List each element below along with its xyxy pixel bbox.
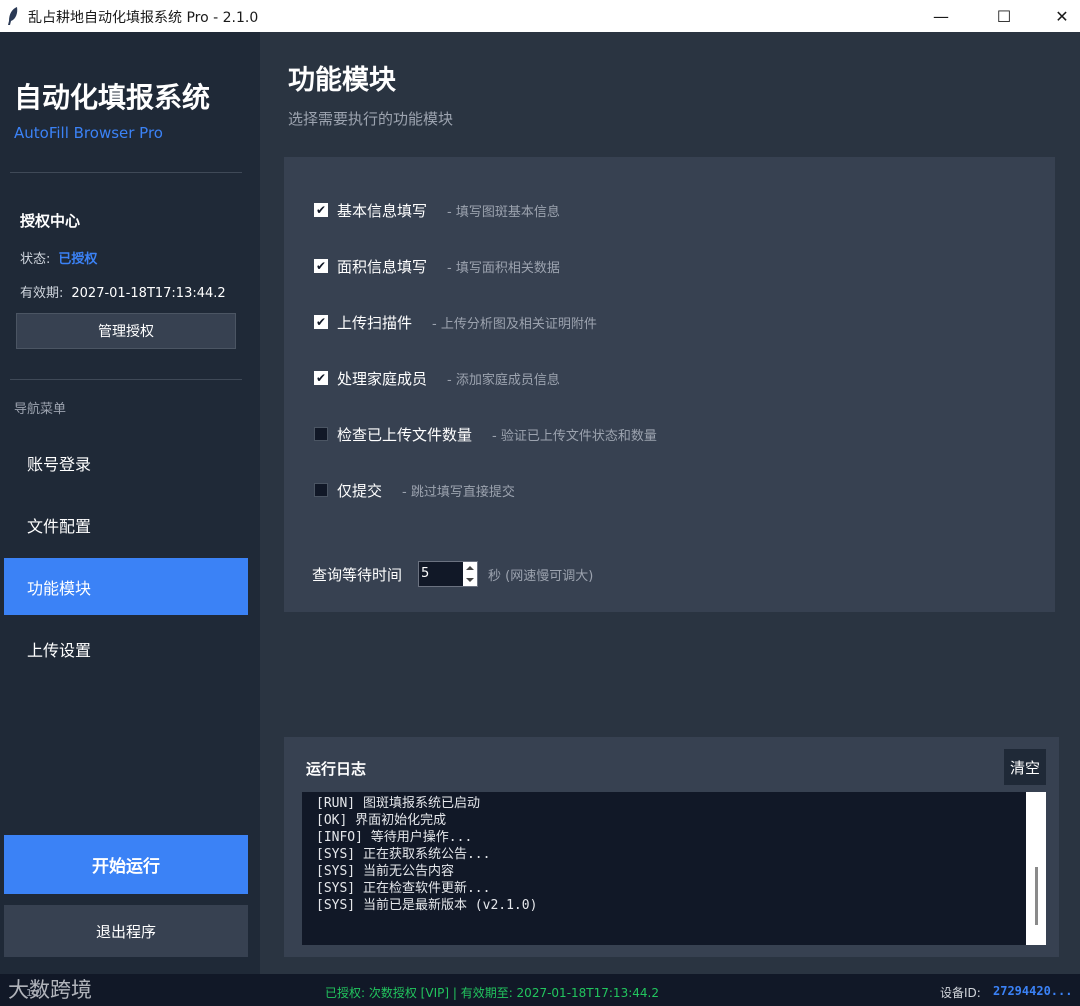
page-title: 功能模块 bbox=[288, 65, 396, 96]
page-subtitle: 选择需要执行的功能模块 bbox=[288, 110, 454, 128]
watermark-logo: 大数跨境 bbox=[8, 978, 92, 1002]
clear-log-button[interactable]: 清空 bbox=[1004, 749, 1046, 785]
spin-arrows[interactable] bbox=[463, 562, 478, 586]
module-desc: - 填写面积相关数据 bbox=[447, 260, 560, 276]
module-desc: - 上传分析图及相关证明附件 bbox=[432, 316, 597, 332]
auth-expiry-label: 有效期: bbox=[20, 286, 64, 301]
sidebar: 自动化填报系统 AutoFill Browser Pro 授权中心 状态: 已授权… bbox=[0, 32, 260, 974]
log-line: [RUN] 图斑填报系统已启动 bbox=[316, 796, 480, 811]
log-lines: [RUN] 图斑填报系统已启动 [OK] 界面初始化完成 [INFO] 等待用户操作… bbox=[316, 795, 537, 914]
log-line: [SYS] 当前无公告内容 bbox=[316, 864, 454, 879]
sidebar-item-label: 文件配置 bbox=[27, 516, 92, 536]
module-option-upload-scans[interactable]: ✔ 上传扫描件 - 上传分析图及相关证明附件 bbox=[314, 310, 597, 334]
log-title: 运行日志 bbox=[306, 760, 367, 778]
sidebar-item-label: 上传设置 bbox=[27, 640, 92, 660]
wait-time-row: 查询等待时间 5 秒 (网速慢可调大) bbox=[312, 560, 593, 588]
checkbox-checked-icon[interactable]: ✔ bbox=[314, 259, 328, 273]
wait-time-unit: 秒 (网速慢可调大) bbox=[488, 568, 594, 584]
auth-status: 状态: 已授权 bbox=[20, 248, 97, 267]
close-icon: ✕ bbox=[1055, 6, 1069, 26]
divider bbox=[10, 379, 242, 380]
module-desc: - 填写图斑基本信息 bbox=[447, 204, 560, 220]
checkbox-unchecked-icon[interactable] bbox=[314, 483, 328, 497]
auth-title: 授权中心 bbox=[20, 212, 81, 230]
module-option-check-uploads[interactable]: 检查已上传文件数量 - 验证已上传文件状态和数量 bbox=[314, 422, 657, 446]
log-line: [SYS] 正在获取系统公告... bbox=[316, 847, 491, 862]
module-desc: - 添加家庭成员信息 bbox=[447, 372, 560, 388]
log-line: [INFO] 等待用户操作... bbox=[316, 830, 473, 845]
auth-status-label: 状态: bbox=[20, 252, 51, 267]
spin-down-icon[interactable] bbox=[466, 578, 475, 582]
wait-time-value[interactable]: 5 bbox=[421, 566, 429, 581]
nav-title: 导航菜单 bbox=[14, 402, 67, 417]
checkbox-unchecked-icon[interactable] bbox=[314, 427, 328, 441]
module-label: 处理家庭成员 bbox=[337, 369, 428, 388]
log-line: [SYS] 正在检查软件更新... bbox=[316, 881, 491, 896]
window-titlebar: 乱占耕地自动化填报系统 Pro - 2.1.0 — ☐ ✕ bbox=[0, 0, 1080, 32]
log-line: [SYS] 当前已是最新版本 (v2.1.0) bbox=[316, 898, 538, 913]
maximize-icon: ☐ bbox=[996, 6, 1012, 26]
log-textarea[interactable]: [RUN] 图斑填报系统已启动 [OK] 界面初始化完成 [INFO] 等待用户操作… bbox=[302, 792, 1046, 945]
brand-subtitle: AutoFill Browser Pro bbox=[14, 124, 163, 142]
module-option-submit-only[interactable]: 仅提交 - 跳过填写直接提交 bbox=[314, 478, 515, 502]
auth-expiry: 有效期: 2027-01-18T17:13:44.2 bbox=[20, 282, 226, 301]
module-option-family-members[interactable]: ✔ 处理家庭成员 - 添加家庭成员信息 bbox=[314, 366, 560, 390]
log-card: 运行日志 清空 [RUN] 图斑填报系统已启动 [OK] 界面初始化完成 [INFO… bbox=[284, 737, 1059, 957]
checkbox-checked-icon[interactable]: ✔ bbox=[314, 315, 328, 329]
checkbox-checked-icon[interactable]: ✔ bbox=[314, 203, 328, 217]
brand-title: 自动化填报系统 bbox=[14, 81, 211, 114]
sidebar-item-label: 账号登录 bbox=[27, 454, 92, 474]
module-label: 基本信息填写 bbox=[337, 201, 428, 220]
minimize-icon: — bbox=[933, 6, 949, 26]
sidebar-item-upload-settings[interactable]: 上传设置 bbox=[4, 620, 248, 677]
device-id-label: 设备ID: bbox=[940, 986, 981, 1000]
log-line: [OK] 界面初始化完成 bbox=[316, 813, 447, 828]
auth-status-text: 已授权: 次数授权 [VIP] | 有效期至: 2027-01-18T17:13… bbox=[325, 986, 659, 1000]
auth-expiry-value: 2027-01-18T17:13:44.2 bbox=[71, 286, 226, 301]
module-option-basic-info[interactable]: ✔ 基本信息填写 - 填写图斑基本信息 bbox=[314, 198, 560, 222]
modules-card: ✔ 基本信息填写 - 填写图斑基本信息 ✔ 面积信息填写 - 填写面积相关数据 … bbox=[284, 157, 1055, 612]
module-label: 检查已上传文件数量 bbox=[337, 425, 473, 444]
log-scrollbar[interactable] bbox=[1026, 792, 1046, 945]
module-desc: - 跳过填写直接提交 bbox=[402, 484, 515, 500]
sidebar-item-function-modules[interactable]: 功能模块 bbox=[4, 558, 248, 615]
wait-time-spinbox[interactable]: 5 bbox=[418, 561, 479, 587]
checkbox-checked-icon[interactable]: ✔ bbox=[314, 371, 328, 385]
device-id-value: 27294420... bbox=[993, 984, 1073, 998]
auth-status-value: 已授权 bbox=[58, 252, 98, 267]
module-desc: - 验证已上传文件状态和数量 bbox=[492, 428, 657, 444]
close-button[interactable]: ✕ bbox=[1039, 0, 1080, 32]
sidebar-item-file-config[interactable]: 文件配置 bbox=[4, 496, 248, 553]
sidebar-item-label: 功能模块 bbox=[27, 578, 92, 598]
wait-time-label: 查询等待时间 bbox=[312, 565, 403, 584]
manage-auth-button[interactable]: 管理授权 bbox=[16, 313, 236, 349]
start-button[interactable]: 开始运行 bbox=[4, 835, 248, 894]
module-label: 上传扫描件 bbox=[337, 313, 413, 332]
main-panel: 功能模块 选择需要执行的功能模块 ✔ 基本信息填写 - 填写图斑基本信息 ✔ 面… bbox=[260, 32, 1080, 974]
sidebar-item-account-login[interactable]: 账号登录 bbox=[4, 434, 248, 491]
divider bbox=[10, 172, 242, 173]
status-bar: 大数跨境 1.0 已授权: 次数授权 [VIP] | 有效期至: 2027-01… bbox=[0, 974, 1080, 1006]
maximize-button[interactable]: ☐ bbox=[981, 0, 1027, 32]
exit-button[interactable]: 退出程序 bbox=[4, 905, 248, 957]
scrollbar-thumb[interactable] bbox=[1035, 867, 1038, 925]
module-label: 仅提交 bbox=[337, 481, 383, 500]
version-label: 1.0 bbox=[26, 988, 42, 999]
spin-up-icon[interactable] bbox=[466, 566, 475, 570]
feather-icon bbox=[8, 7, 18, 25]
module-label: 面积信息填写 bbox=[337, 257, 428, 276]
window-title: 乱占耕地自动化填报系统 Pro - 2.1.0 bbox=[28, 10, 259, 26]
minimize-button[interactable]: — bbox=[918, 0, 964, 32]
module-option-area-info[interactable]: ✔ 面积信息填写 - 填写面积相关数据 bbox=[314, 254, 560, 278]
